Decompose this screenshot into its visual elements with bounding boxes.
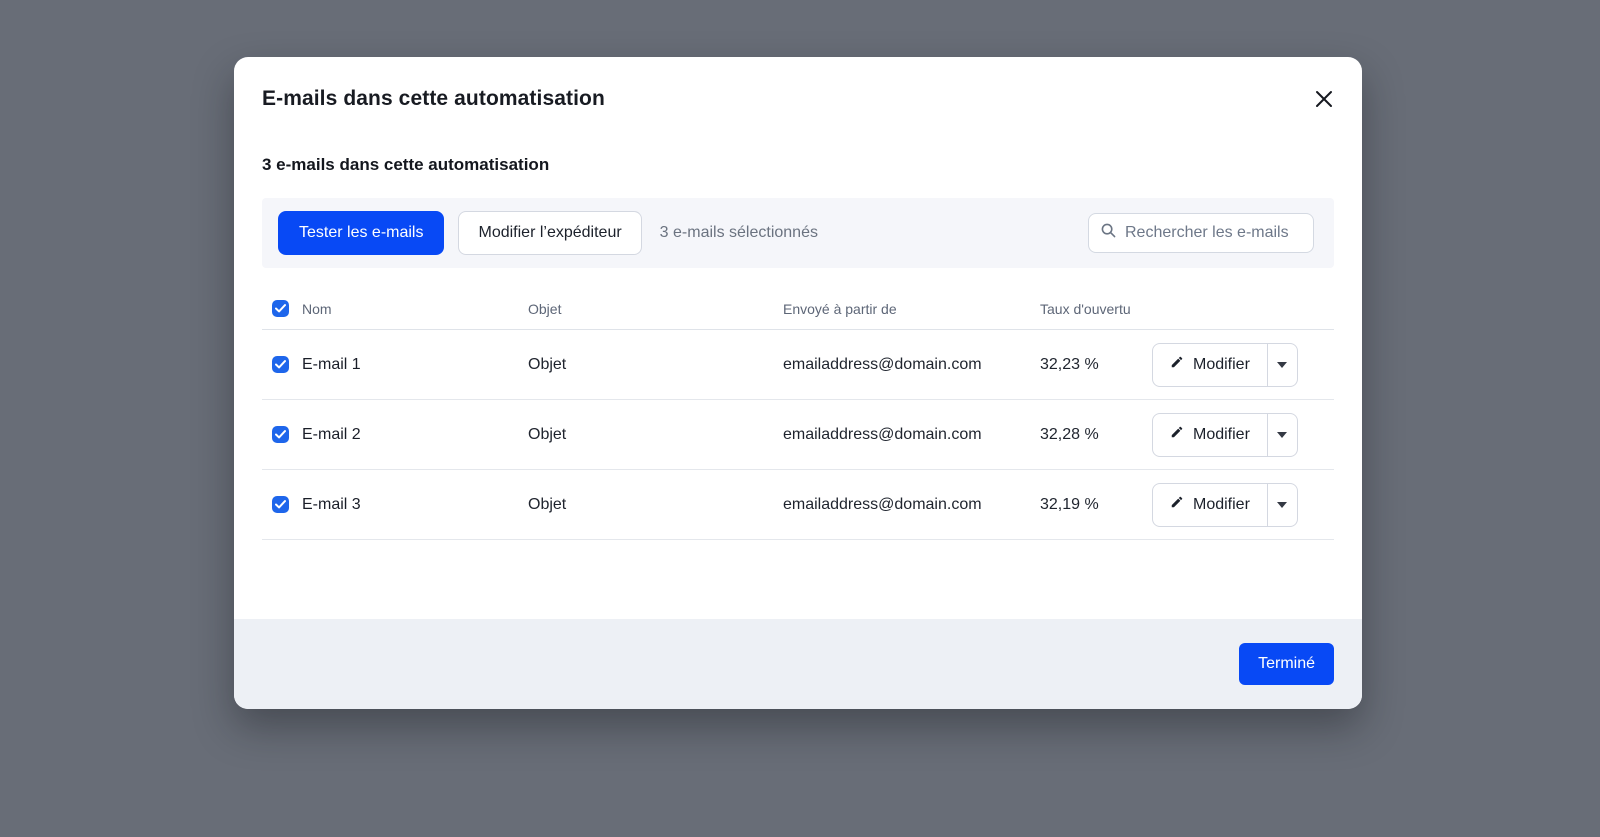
row-checkbox[interactable]: [272, 426, 289, 443]
modify-button-label: Modifier: [1193, 426, 1250, 444]
table-header-row: Nom Objet Envoyé à partir de Taux d'ouve…: [262, 288, 1334, 330]
modify-dropdown-button[interactable]: [1267, 484, 1297, 526]
check-icon: [275, 300, 286, 318]
modify-split-button: Modifier: [1152, 483, 1298, 527]
email-subject: Objet: [528, 426, 783, 444]
modal-header: E-mails dans cette automatisation: [234, 57, 1362, 113]
header-sent-from: Envoyé à partir de: [783, 301, 1040, 317]
close-button[interactable]: [1310, 85, 1338, 113]
emails-automation-modal: E-mails dans cette automatisation 3 e-ma…: [234, 57, 1362, 709]
row-actions: Modifier: [1152, 483, 1334, 527]
search-box[interactable]: [1088, 213, 1314, 253]
modify-button[interactable]: Modifier: [1153, 484, 1267, 526]
modify-dropdown-button[interactable]: [1267, 344, 1297, 386]
search-input[interactable]: [1125, 224, 1301, 242]
pencil-icon: [1170, 355, 1184, 374]
modify-button[interactable]: Modifier: [1153, 344, 1267, 386]
email-open-rate: 32,28 %: [1040, 426, 1152, 444]
row-checkbox[interactable]: [272, 496, 289, 513]
search-icon: [1101, 223, 1116, 243]
pencil-icon: [1170, 425, 1184, 444]
modify-button-label: Modifier: [1193, 496, 1250, 514]
header-open-rate: Taux d'ouvertu: [1040, 301, 1152, 317]
emails-count-heading: 3 e-mails dans cette automatisation: [262, 155, 1334, 175]
chevron-down-icon: [1277, 432, 1287, 438]
email-name: E-mail 3: [302, 496, 528, 514]
modal-body: 3 e-mails dans cette automatisation Test…: [234, 113, 1362, 619]
check-icon: [275, 496, 286, 514]
modify-button[interactable]: Modifier: [1153, 414, 1267, 456]
edit-sender-button[interactable]: Modifier l’expéditeur: [458, 211, 641, 255]
email-name: E-mail 1: [302, 356, 528, 374]
row-actions: Modifier: [1152, 343, 1334, 387]
modify-dropdown-button[interactable]: [1267, 414, 1297, 456]
test-emails-button[interactable]: Tester les e-mails: [278, 211, 444, 255]
email-subject: Objet: [528, 496, 783, 514]
table-row: E-mail 2 Objet emailaddress@domain.com 3…: [262, 400, 1334, 470]
chevron-down-icon: [1277, 362, 1287, 368]
header-subject: Objet: [528, 301, 783, 317]
close-icon: [1315, 90, 1333, 108]
header-name: Nom: [302, 301, 528, 317]
email-sent-from: emailaddress@domain.com: [783, 496, 1040, 514]
row-checkbox[interactable]: [272, 356, 289, 373]
email-name: E-mail 2: [302, 426, 528, 444]
email-open-rate: 32,23 %: [1040, 356, 1152, 374]
modify-button-label: Modifier: [1193, 356, 1250, 374]
check-icon: [275, 356, 286, 374]
modify-split-button: Modifier: [1152, 343, 1298, 387]
row-actions: Modifier: [1152, 413, 1334, 457]
chevron-down-icon: [1277, 502, 1287, 508]
emails-table: Nom Objet Envoyé à partir de Taux d'ouve…: [262, 288, 1334, 540]
done-button[interactable]: Terminé: [1239, 643, 1334, 685]
check-icon: [275, 426, 286, 444]
email-open-rate: 32,19 %: [1040, 496, 1152, 514]
select-all-checkbox[interactable]: [272, 300, 289, 317]
modal-title: E-mails dans cette automatisation: [262, 87, 605, 111]
pencil-icon: [1170, 495, 1184, 514]
modify-split-button: Modifier: [1152, 413, 1298, 457]
email-sent-from: emailaddress@domain.com: [783, 356, 1040, 374]
table-row: E-mail 3 Objet emailaddress@domain.com 3…: [262, 470, 1334, 540]
email-subject: Objet: [528, 356, 783, 374]
table-row: E-mail 1 Objet emailaddress@domain.com 3…: [262, 330, 1334, 400]
email-sent-from: emailaddress@domain.com: [783, 426, 1040, 444]
modal-footer: Terminé: [234, 619, 1362, 709]
bulk-actions-toolbar: Tester les e-mails Modifier l’expéditeur…: [262, 198, 1334, 268]
selected-count-label: 3 e-mails sélectionnés: [660, 224, 818, 242]
